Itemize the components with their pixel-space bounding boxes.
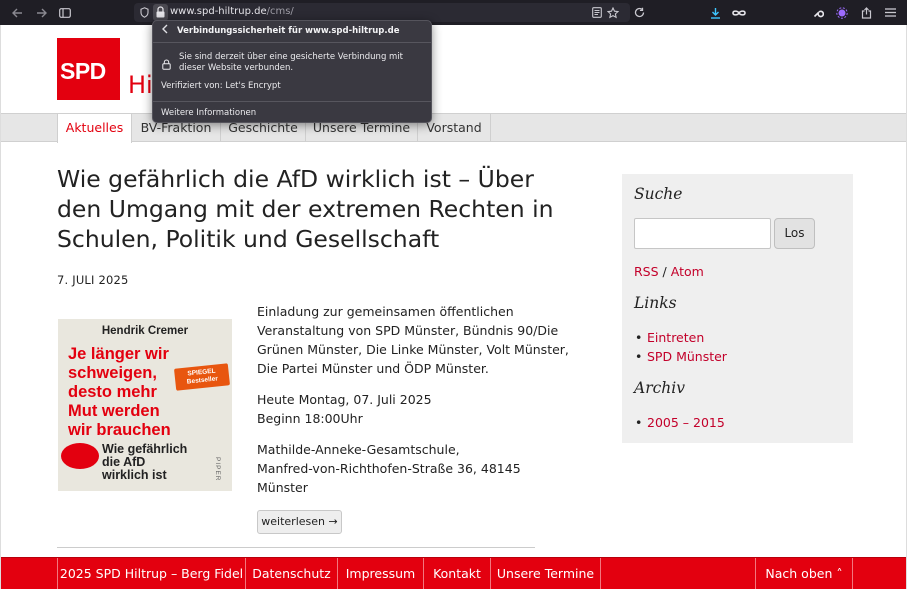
footer-kontakt[interactable]: Kontakt xyxy=(424,558,491,589)
book-title-line: desto mehr xyxy=(68,383,157,401)
back-to-top-link[interactable]: Nach oben ˄ xyxy=(755,558,853,589)
article-title-line: den Umgang mit der extremen Rechten in xyxy=(57,195,554,223)
popup-verified: Verifiziert von: Let's Encrypt xyxy=(161,81,281,91)
text-line: Münster xyxy=(257,480,308,495)
web-page: SPD Hi Aktuelles BV-Fraktion Geschichte … xyxy=(0,25,907,589)
book-author: Hendrik Cremer xyxy=(101,325,189,337)
book-subtitle-line: wirklich ist xyxy=(102,468,167,482)
infinity-icon[interactable] xyxy=(730,0,748,25)
download-icon[interactable] xyxy=(707,0,723,25)
text-line: Einladung zur gemeinsamen öffentlichen xyxy=(257,304,514,319)
text-line: Heute Montag, 07. Juli 2025 xyxy=(257,392,432,407)
footer-copyright[interactable]: 2025 SPD Hiltrup – Berg Fidel xyxy=(57,558,246,589)
read-more-button[interactable]: weiterlesen → xyxy=(257,510,342,534)
menu-icon[interactable] xyxy=(882,0,898,25)
link-spd-muenster[interactable]: SPD Münster xyxy=(647,349,727,364)
article-title-line: Schulen, Politik und Gesellschaft xyxy=(57,225,440,253)
url-text[interactable]: www.spd-hiltrup.de/cms/ xyxy=(170,5,294,19)
search-heading: Suche xyxy=(634,185,683,203)
archive-heading: Archiv xyxy=(634,379,685,397)
url-path: /cms/ xyxy=(266,6,294,17)
logo-text: SPD xyxy=(60,58,106,84)
popup-message: Sie sind derzeit über eine gesicherte Ve… xyxy=(179,52,404,73)
article-paragraph: Einladung zur gemeinsamen öffentlichen V… xyxy=(257,302,569,378)
footer-impressum[interactable]: Impressum xyxy=(338,558,424,589)
reader-icon[interactable] xyxy=(590,3,604,22)
more-information-link[interactable]: Weitere Informationen xyxy=(161,108,256,118)
wrench-icon[interactable] xyxy=(810,0,826,25)
popup-divider xyxy=(153,101,431,102)
extension-icon[interactable] xyxy=(834,0,850,25)
share-icon[interactable] xyxy=(858,0,874,25)
links-list-item: Eintreten xyxy=(635,330,704,345)
links-list-item: SPD Münster xyxy=(635,349,727,364)
text-line: Grünen Münster, Die Linke Münster, Volt … xyxy=(257,342,569,357)
archive-list-item: 2005 – 2015 xyxy=(635,415,725,430)
lock-icon[interactable] xyxy=(153,4,168,21)
search-input[interactable] xyxy=(634,218,771,249)
site-title[interactable]: Hi xyxy=(128,71,153,99)
footer-datenschutz[interactable]: Datenschutz xyxy=(246,558,338,589)
popup-header: Verbindungssicherheit für www.spd-hiltru… xyxy=(153,21,431,43)
shield-icon[interactable] xyxy=(137,3,151,22)
feed-links: RSS / Atom xyxy=(634,264,704,279)
spd-logo[interactable]: SPD xyxy=(57,38,120,100)
book-title: Je länger wir schweigen, desto mehr Mut … xyxy=(68,345,171,440)
article-paragraph: Mathilde-Anneke-Gesamtschule, Manfred-vo… xyxy=(257,440,521,497)
book-publisher: PIPER xyxy=(214,457,221,482)
archive-link[interactable]: 2005 – 2015 xyxy=(647,415,725,430)
url-host: www.spd-hiltrup.de xyxy=(170,6,267,17)
article-title[interactable]: Wie gefährlich die AfD wirklich ist – Üb… xyxy=(57,164,557,254)
text-line: Mathilde-Anneke-Gesamtschule, xyxy=(257,442,460,457)
article-date: 7. JULI 2025 xyxy=(57,273,129,287)
book-sticker xyxy=(61,443,99,469)
feed-separator: / xyxy=(658,264,671,279)
footer-unsere-termine[interactable]: Unsere Termine xyxy=(491,558,601,589)
search-button[interactable]: Los xyxy=(774,218,815,249)
footer-bar: 2025 SPD Hiltrup – Berg Fidel Datenschut… xyxy=(1,557,906,589)
links-heading: Links xyxy=(634,294,677,312)
book-title-line: Mut werden xyxy=(68,402,160,420)
text-line: Die Partei Münster und ÖDP Münster. xyxy=(257,361,489,376)
book-title-line: Je länger wir xyxy=(68,345,169,363)
book-subtitle: Wie gefährlich die AfD wirklich ist xyxy=(102,443,187,482)
back-arrow-icon[interactable] xyxy=(161,24,169,37)
text-line: Veranstaltung von SPD Münster, Bündnis 9… xyxy=(257,323,559,338)
text-line: Manfred-von-Richthofen-Straße 36, 48145 xyxy=(257,461,521,476)
back-icon[interactable] xyxy=(9,0,25,25)
article-title-line: Wie gefährlich die AfD wirklich ist – Üb… xyxy=(57,165,534,193)
connection-security-popup: Verbindungssicherheit für www.spd-hiltru… xyxy=(152,20,432,123)
book-cover-image[interactable]: Hendrik Cremer Je länger wir schweigen, … xyxy=(58,319,232,491)
reload-icon[interactable] xyxy=(631,0,647,25)
popup-title: Verbindungssicherheit für www.spd-hiltru… xyxy=(177,26,400,36)
rss-link[interactable]: RSS xyxy=(634,264,659,279)
nav-item-aktuelles[interactable]: Aktuelles xyxy=(57,114,132,143)
sidebar: Suche Los RSS / Atom Links Eintreten SPD… xyxy=(622,174,853,443)
article-divider xyxy=(57,547,535,548)
book-title-line: schweigen, xyxy=(68,364,157,382)
sidebar-icon[interactable] xyxy=(57,0,73,25)
bestseller-badge: SPIEGEL Bestseller xyxy=(173,363,231,391)
bookmark-star-icon[interactable] xyxy=(606,3,620,22)
main-nav: Aktuelles BV-Fraktion Geschichte Unsere … xyxy=(1,113,906,143)
secure-lock-icon xyxy=(162,55,171,70)
browser-toolbar: www.spd-hiltrup.de/cms/ xyxy=(0,0,907,25)
book-title-line: wir brauchen xyxy=(68,421,171,439)
link-eintreten[interactable]: Eintreten xyxy=(647,330,704,345)
text-line: Beginn 18:00Uhr xyxy=(257,411,363,426)
atom-link[interactable]: Atom xyxy=(671,264,704,279)
article-paragraph: Heute Montag, 07. Juli 2025 Beginn 18:00… xyxy=(257,390,432,428)
forward-icon[interactable] xyxy=(33,0,49,25)
